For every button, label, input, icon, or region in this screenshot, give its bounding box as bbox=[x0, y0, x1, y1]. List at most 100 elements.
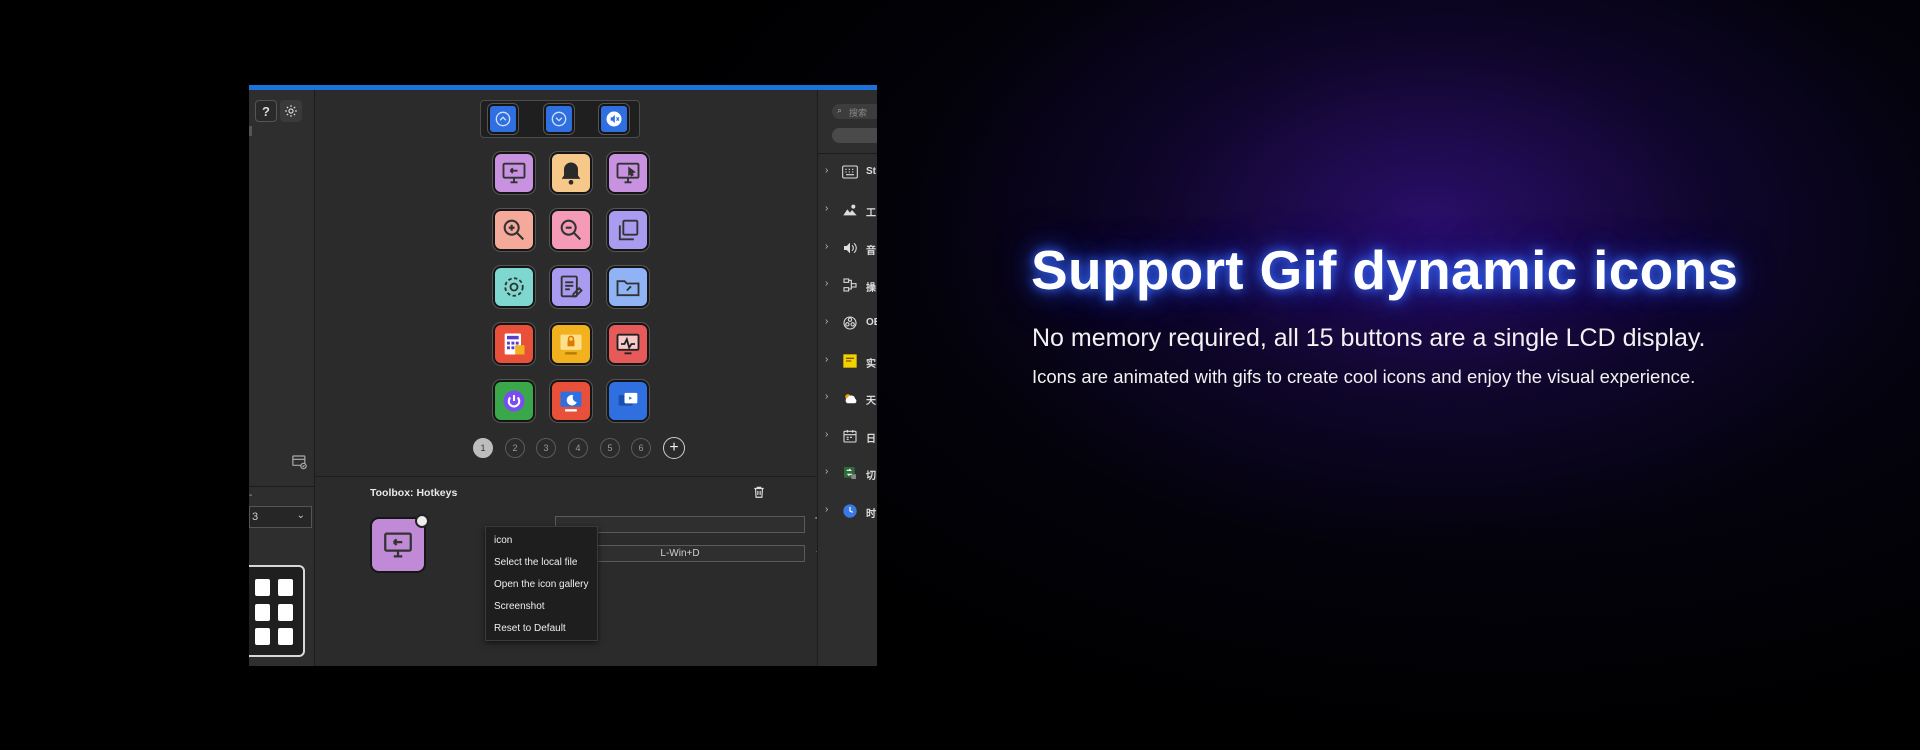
page-5-button[interactable]: 5 bbox=[600, 438, 620, 458]
left-scroll-indicator bbox=[249, 126, 252, 136]
document-edit-icon bbox=[560, 275, 583, 298]
gear-icon bbox=[285, 105, 297, 117]
grid-cell bbox=[255, 579, 270, 596]
category-item[interactable]: › 操 bbox=[818, 270, 877, 300]
search-placeholder: 搜索 bbox=[849, 108, 868, 118]
page-1-button[interactable]: 1 bbox=[473, 438, 493, 458]
deck-top-key-1[interactable] bbox=[488, 104, 518, 134]
context-item-select-local-file[interactable]: Select the local file bbox=[486, 552, 597, 574]
chevron-right-icon: › bbox=[825, 466, 829, 477]
help-button[interactable]: ? bbox=[255, 100, 277, 122]
chevron-right-icon: › bbox=[825, 203, 829, 214]
task-monitor-icon bbox=[616, 333, 640, 355]
page-label: 1 bbox=[480, 443, 486, 453]
deck-key-13[interactable] bbox=[493, 380, 535, 422]
deck-top-key-2[interactable] bbox=[544, 104, 574, 134]
category-item[interactable]: › 实 bbox=[818, 346, 877, 376]
clock-icon bbox=[841, 502, 859, 520]
category-item[interactable]: › 时 bbox=[818, 496, 877, 526]
plugin-panel: ⌕ 搜索 › St › 工 › 音 › 操 › OE bbox=[817, 90, 877, 666]
category-label: 工 bbox=[866, 208, 876, 219]
plugin-search-input[interactable]: ⌕ 搜索 bbox=[832, 104, 877, 119]
tools-icon bbox=[841, 201, 859, 219]
left-panel: ? - 3 ⌄ bbox=[249, 90, 315, 666]
layout-select[interactable]: 3 ⌄ bbox=[249, 506, 312, 528]
plugin-separator bbox=[818, 153, 877, 154]
context-menu-header: icon bbox=[494, 535, 513, 546]
page-3-button[interactable]: 3 bbox=[536, 438, 556, 458]
copy-icon bbox=[618, 219, 639, 241]
context-item-screenshot[interactable]: Screenshot bbox=[486, 596, 597, 618]
chevron-right-icon: › bbox=[825, 165, 829, 176]
search-icon: ⌕ bbox=[837, 105, 843, 115]
category-label: 天 bbox=[866, 396, 876, 407]
category-item[interactable]: › OE bbox=[818, 308, 877, 338]
context-item-open-icon-gallery[interactable]: Open the icon gallery bbox=[486, 574, 597, 596]
page-6-button[interactable]: 6 bbox=[631, 438, 651, 458]
monitor-back-icon bbox=[502, 162, 526, 184]
settings-icon bbox=[504, 277, 524, 297]
category-label: 日 bbox=[866, 434, 876, 445]
operations-icon bbox=[841, 276, 859, 294]
arrow-up-circle-icon bbox=[495, 111, 511, 127]
category-item[interactable]: › 音 bbox=[818, 233, 877, 263]
grid-cell bbox=[278, 628, 293, 645]
icon-context-menu: icon Select the local file Open the icon… bbox=[485, 526, 598, 641]
chevron-right-icon: › bbox=[825, 278, 829, 289]
obs-icon bbox=[841, 314, 859, 332]
plugin-filter-bar[interactable] bbox=[832, 128, 877, 143]
category-label: 操 bbox=[866, 283, 876, 294]
deck-key-3[interactable] bbox=[607, 152, 649, 194]
trash-icon[interactable] bbox=[752, 484, 766, 500]
left-marker: - bbox=[249, 490, 253, 501]
folder-icon bbox=[616, 280, 640, 297]
grid-cell bbox=[278, 604, 293, 621]
deck-key-2[interactable] bbox=[550, 152, 592, 194]
layout-grid-tile[interactable] bbox=[249, 565, 305, 657]
chevron-right-icon: › bbox=[825, 429, 829, 440]
category-item[interactable]: › 切 bbox=[818, 458, 877, 488]
category-label: 时 bbox=[866, 509, 876, 520]
edit-badge-icon[interactable] bbox=[415, 514, 429, 528]
deck-key-11[interactable] bbox=[550, 323, 592, 365]
page-2-button[interactable]: 2 bbox=[505, 438, 525, 458]
category-label: 音 bbox=[866, 246, 876, 257]
bell-icon bbox=[561, 162, 581, 185]
device-config-icon[interactable] bbox=[291, 454, 308, 470]
context-item-reset-default[interactable]: Reset to Default bbox=[486, 618, 597, 640]
layout-select-value: 3 bbox=[252, 511, 259, 523]
lock-screen-icon bbox=[560, 334, 582, 355]
add-page-button[interactable]: + bbox=[663, 437, 685, 459]
page-label: 6 bbox=[638, 443, 644, 453]
deck-key-8[interactable] bbox=[550, 266, 592, 308]
grid-cell bbox=[278, 579, 293, 596]
deck-key-10[interactable] bbox=[493, 323, 535, 365]
deck-top-key-3[interactable] bbox=[599, 104, 629, 134]
deck-key-5[interactable] bbox=[550, 209, 592, 251]
deck-key-12[interactable] bbox=[607, 323, 649, 365]
deck-key-14[interactable] bbox=[550, 380, 592, 422]
category-item[interactable]: › 日 bbox=[818, 421, 877, 451]
monitor-cursor-icon bbox=[616, 162, 640, 184]
deck-key-6[interactable] bbox=[607, 209, 649, 251]
deck-key-4[interactable] bbox=[493, 209, 535, 251]
toolbox-separator bbox=[315, 476, 816, 477]
category-item[interactable]: › St bbox=[818, 157, 877, 187]
category-item[interactable]: › 天 bbox=[818, 383, 877, 413]
chevron-down-icon: ⌄ bbox=[296, 510, 305, 521]
category-item[interactable]: › 工 bbox=[818, 195, 877, 225]
description: Icons are animated with gifs to create c… bbox=[1032, 366, 1696, 387]
deck-key-1[interactable] bbox=[493, 152, 535, 194]
page-4-button[interactable]: 4 bbox=[568, 438, 588, 458]
keyboard-icon bbox=[841, 163, 859, 181]
deck-key-15[interactable] bbox=[607, 380, 649, 422]
category-label: OE bbox=[866, 317, 877, 328]
switch-window-icon bbox=[618, 392, 638, 406]
category-label: 切 bbox=[866, 471, 876, 482]
category-label: St bbox=[866, 166, 876, 177]
page-label: 5 bbox=[607, 443, 613, 453]
chevron-right-icon: › bbox=[825, 391, 829, 402]
deck-key-7[interactable] bbox=[493, 266, 535, 308]
deck-key-9[interactable] bbox=[607, 266, 649, 308]
settings-button[interactable] bbox=[280, 100, 302, 122]
